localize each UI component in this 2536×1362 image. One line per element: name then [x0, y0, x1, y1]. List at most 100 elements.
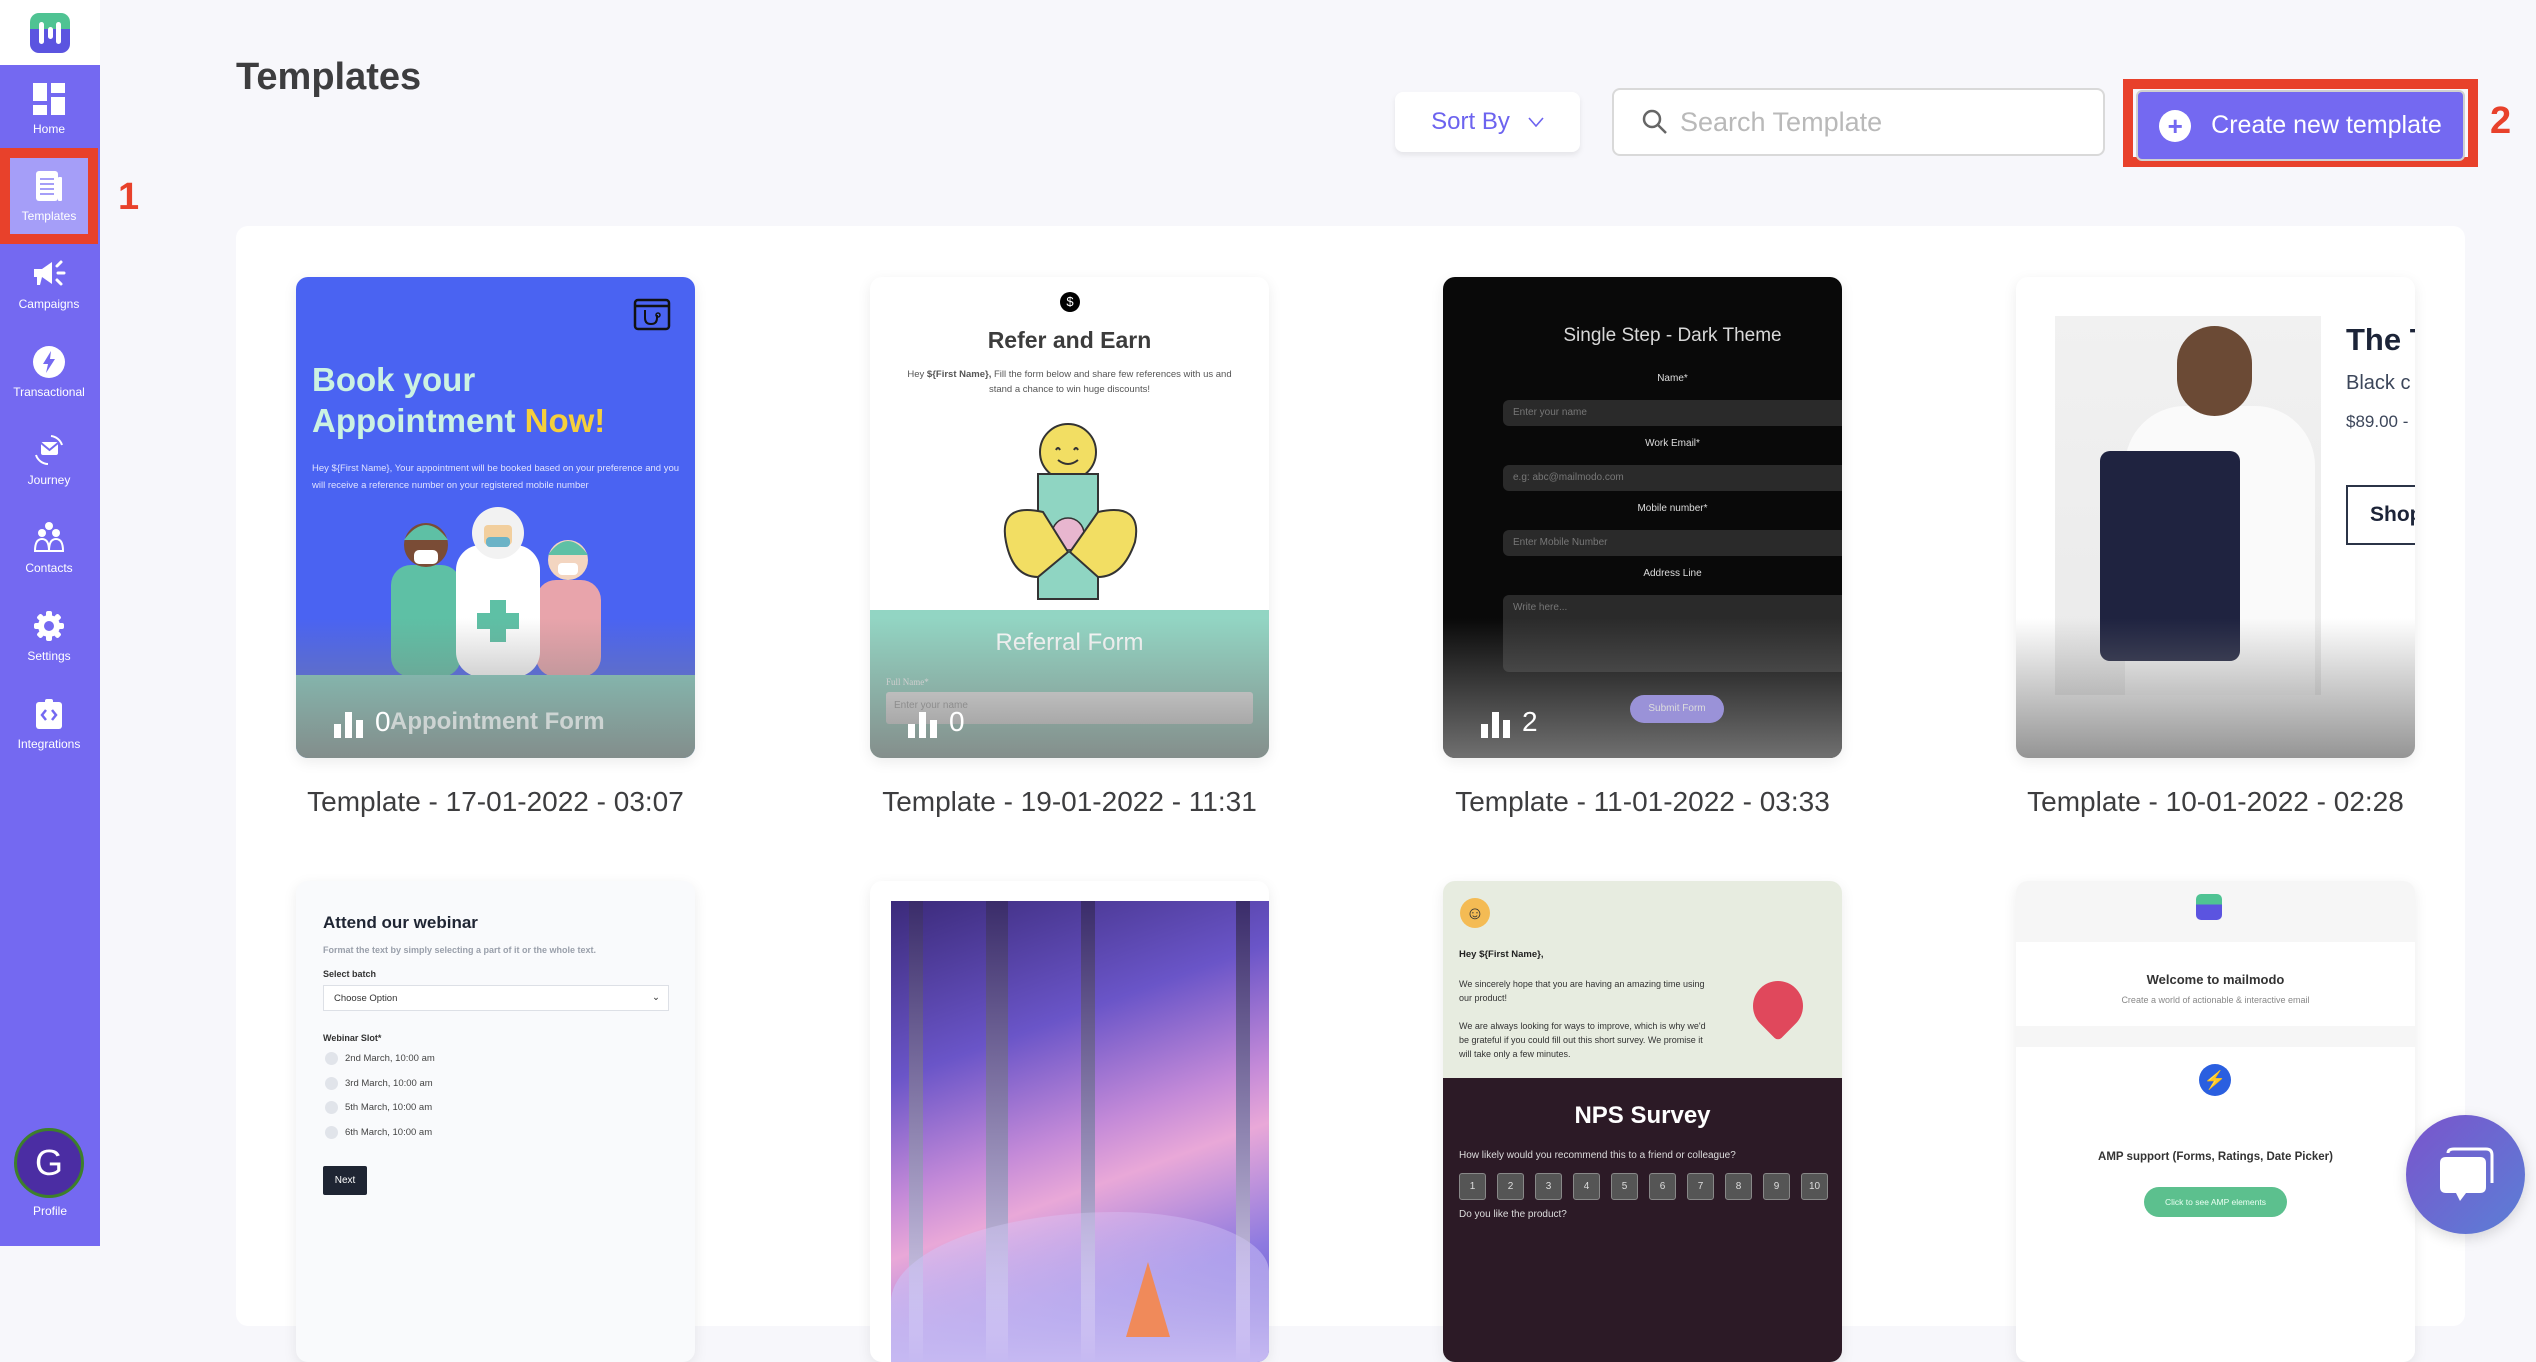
bar-chart-icon — [334, 712, 363, 738]
template-card[interactable]: ☺ Hey ${First Name}, We sincerely hope t… — [1443, 881, 1842, 1362]
preview-form-name: Appointment Form — [390, 708, 605, 735]
annotation-number-1: 1 — [118, 176, 140, 218]
preview-heading: Welcome to mailmodo — [2146, 972, 2285, 987]
preview-heading: Book your Appointment Now! — [312, 361, 606, 439]
chevron-down-icon — [1528, 117, 1544, 127]
sidebar-item-campaigns[interactable]: Campaigns — [10, 245, 88, 323]
plus-circle-icon: + — [2159, 109, 2192, 142]
preview-field: Enter Mobile Number — [1503, 530, 1842, 556]
sidebar-item-contacts[interactable]: Contacts — [10, 509, 88, 587]
preview-fade — [2016, 618, 2415, 758]
template-name[interactable]: Template - 11-01-2022 - 03:33 — [1443, 786, 1842, 818]
sidebar-item-label: Home — [32, 122, 65, 136]
mailmodo-logo-icon — [30, 12, 70, 53]
sort-by-label: Sort By — [1431, 108, 1510, 135]
snowy-forest-illustration — [891, 901, 1269, 1362]
templates-grid: Book your Appointment Now! Hey ${First Na… — [236, 226, 2465, 1362]
template-card[interactable] — [870, 881, 1269, 1362]
preview-question: Do you like the product? — [1459, 1209, 1567, 1220]
template-card[interactable]: Single Step - Dark Theme Name* Enter you… — [1443, 277, 1842, 818]
sidebar-item-label: Settings — [27, 649, 71, 663]
preview-field-label: Mobile number* — [1637, 503, 1708, 514]
heart-mascot-illustration — [1742, 970, 1814, 1042]
sidebar-item-label: Journey — [27, 473, 71, 487]
preview-product-title: The T — [2346, 322, 2415, 357]
gear-icon — [34, 611, 64, 641]
preview-nps-scale: 1 2 3 4 5 6 7 8 9 10 — [1459, 1173, 1828, 1200]
calendar-stethoscope-icon — [633, 298, 671, 331]
envelope-cycle-icon — [35, 435, 63, 465]
create-new-template-button[interactable]: + Create new template — [2136, 90, 2465, 161]
preview-subtitle: Format the text by simply selecting a pa… — [323, 945, 597, 955]
sidebar-item-label: Integrations — [17, 737, 81, 751]
template-card[interactable]: Attend our webinar Format the text by si… — [296, 881, 695, 1362]
sidebar-item-home[interactable]: Home — [10, 70, 88, 148]
template-name[interactable]: Template - 19-01-2022 - 11:31 — [870, 786, 1269, 818]
preview-field: e.g: abc@mailmodo.com — [1503, 465, 1842, 491]
template-preview[interactable]: $ Refer and Earn Hey ${First Name}, Fill… — [870, 277, 1269, 758]
template-preview[interactable]: ☺ Hey ${First Name}, We sincerely hope t… — [1443, 881, 1842, 1362]
stats-value: 2 — [1522, 706, 1538, 737]
money-hug-illustration — [1003, 423, 1138, 600]
preview-radio-option: 2nd March, 10:00 am — [325, 1052, 435, 1065]
preview-amp-button: Click to see AMP elements — [2144, 1187, 2287, 1217]
preview-paragraph: We sincerely hope that you are having an… — [1459, 979, 1705, 1003]
search-input[interactable] — [1680, 106, 2080, 138]
preview-field-label: Address Line — [1643, 568, 1702, 579]
logo-area[interactable] — [0, 0, 100, 65]
preview-select-label: Select batch — [323, 969, 377, 979]
preview-radio-option: 6th March, 10:00 am — [325, 1126, 432, 1139]
mailmodo-logo-icon — [2196, 894, 2222, 920]
template-card[interactable]: Welcome to mailmodo Create a world of ac… — [2016, 881, 2415, 1362]
sidebar-item-journey[interactable]: Journey — [10, 421, 88, 499]
preview-submit-button: Submit Form — [1630, 695, 1724, 723]
chat-widget-button[interactable] — [2406, 1115, 2525, 1234]
template-preview[interactable]: The T Black c $89.00 - Shop — [2016, 277, 2415, 758]
sidebar-item-label: Contacts — [25, 561, 73, 575]
sidebar-item-settings[interactable]: Settings — [10, 597, 88, 675]
template-preview[interactable]: Attend our webinar Format the text by si… — [296, 881, 695, 1362]
preview-question: How likely would you recommend this to a… — [1459, 1150, 1736, 1161]
search-icon — [1642, 109, 1667, 134]
preview-slot-label: Webinar Slot* — [323, 1033, 382, 1043]
bar-chart-icon — [1481, 712, 1510, 738]
profile-label[interactable]: Profile — [0, 1204, 100, 1218]
template-preview[interactable]: Welcome to mailmodo Create a world of ac… — [2016, 881, 2415, 1362]
dashboard-grid-icon — [33, 83, 65, 115]
preview-field-label: Name* — [1657, 373, 1688, 384]
preview-next-button: Next — [323, 1166, 367, 1195]
template-card[interactable]: The T Black c $89.00 - Shop Template - 1… — [2016, 277, 2415, 818]
preview-heading: NPS Survey — [1574, 1102, 1711, 1129]
bar-chart-icon — [908, 712, 937, 738]
template-preview[interactable] — [870, 881, 1269, 1362]
preview-nps-section: NPS Survey How likely would you recommen… — [1443, 1078, 1842, 1362]
page-title: Templates — [236, 56, 422, 98]
template-card[interactable]: Book your Appointment Now! Hey ${First Na… — [296, 277, 695, 818]
sidebar-item-transactional[interactable]: Transactional — [10, 333, 88, 411]
code-clipboard-icon — [36, 699, 62, 729]
preview-heading: Attend our webinar — [323, 913, 478, 932]
avatar[interactable]: G — [14, 1128, 84, 1198]
campfire — [1126, 1262, 1170, 1337]
annotation-number-2: 2 — [2490, 100, 2512, 142]
preview-product-price: $89.00 - — [2346, 412, 2409, 431]
create-new-template-label: Create new template — [2211, 111, 2442, 139]
preview-radio-option: 3rd March, 10:00 am — [325, 1077, 433, 1090]
preview-heading: Single Step - Dark Theme — [1563, 325, 1782, 346]
template-preview[interactable]: Single Step - Dark Theme Name* Enter you… — [1443, 277, 1842, 758]
sort-by-dropdown[interactable]: Sort By — [1395, 92, 1580, 152]
sidebar-item-label: Campaigns — [18, 297, 80, 311]
preview-heading: Refer and Earn — [987, 327, 1152, 353]
template-name[interactable]: Template - 10-01-2022 - 02:28 — [2016, 786, 2415, 818]
preview-feature-text: AMP support (Forms, Ratings, Date Picker… — [2098, 1151, 2333, 1163]
preview-shop-button: Shop — [2346, 485, 2415, 545]
preview-greeting: Hey ${First Name}, — [1459, 949, 1544, 960]
template-name[interactable]: Template - 17-01-2022 - 03:07 — [296, 786, 695, 818]
sidebar-item-integrations[interactable]: Integrations — [10, 685, 88, 763]
template-preview[interactable]: Book your Appointment Now! Hey ${First Na… — [296, 277, 695, 758]
template-card[interactable]: $ Refer and Earn Hey ${First Name}, Fill… — [870, 277, 1269, 818]
preview-select: ⌄ Choose Option — [323, 985, 669, 1011]
preview-body: Hey ${First Name}, Your appointment will… — [312, 463, 680, 491]
stats-value: 0 — [949, 706, 965, 737]
search-box[interactable] — [1612, 88, 2105, 156]
